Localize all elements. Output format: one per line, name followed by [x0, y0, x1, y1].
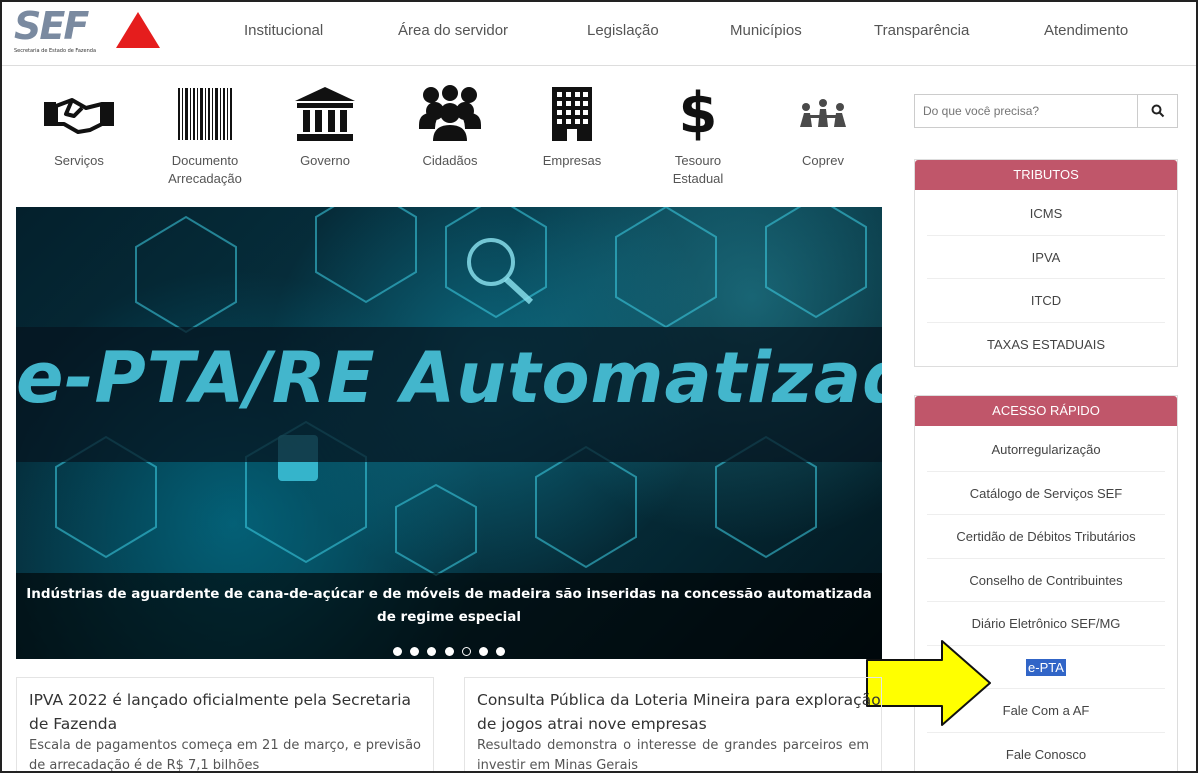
- e-pta-selected-text: e-PTA: [1026, 658, 1066, 676]
- tributos-item-ipva[interactable]: IPVA: [927, 236, 1165, 279]
- banner-caption-text: Indústrias de aguardente de cana-de-açúc…: [26, 586, 872, 625]
- banner-title: e-PTA/RE Automatizado: [16, 337, 882, 419]
- nav-transparencia[interactable]: Transparência: [874, 22, 969, 39]
- tributos-panel: TRIBUTOS ICMS IPVA ITCD TAXAS ESTADUAIS: [914, 159, 1178, 367]
- quick-link-tesouro-estadual[interactable]: $ Tesouro Estadual: [643, 82, 753, 188]
- news-summary: Escala de pagamentos começa em 21 de mar…: [29, 738, 421, 773]
- quick-link-cidadaos[interactable]: Cidadãos: [395, 82, 505, 170]
- government-building-icon: [270, 82, 380, 146]
- tributos-header: TRIBUTOS: [915, 160, 1177, 190]
- carousel-dot-6[interactable]: [478, 647, 488, 656]
- quick-link-label: Serviços: [54, 153, 104, 168]
- acesso-item-catalogo-servicos[interactable]: Catálogo de Serviços SEF: [927, 472, 1165, 515]
- news-title[interactable]: Consulta Pública da Loteria Mineira para…: [477, 688, 881, 736]
- acesso-item-autorregularizacao[interactable]: Autorregularização: [927, 428, 1165, 472]
- tributos-item-taxas-estaduais[interactable]: TAXAS ESTADUAIS: [927, 323, 1165, 367]
- sef-logo[interactable]: SEF Secretaria de Estado de Fazenda: [14, 4, 162, 56]
- news-card[interactable]: IPVA 2022 é lançado oficialmente pela Se…: [16, 677, 434, 773]
- acesso-item-fale-conosco[interactable]: Fale Conosco: [927, 733, 1165, 772]
- dollar-icon: $: [678, 81, 718, 146]
- quick-link-label: Tesouro Estadual: [672, 153, 724, 186]
- logo-triangle-icon: [116, 12, 160, 48]
- nav-municipios[interactable]: Municípios: [730, 22, 802, 39]
- handshake-icon: [24, 82, 134, 146]
- logo-subtitle: Secretaria de Estado de Fazenda: [14, 48, 97, 54]
- quick-link-coprev[interactable]: Coprev: [768, 82, 878, 170]
- acesso-rapido-header: ACESSO RÁPIDO: [915, 396, 1177, 426]
- nav-area-do-servidor[interactable]: Área do servidor: [398, 22, 508, 39]
- carousel-dot-7[interactable]: [495, 647, 505, 656]
- news-title[interactable]: IPVA 2022 é lançado oficialmente pela Se…: [29, 688, 433, 736]
- barcode-icon: [150, 82, 260, 146]
- acesso-item-conselho-contribuintes[interactable]: Conselho de Contribuintes: [927, 559, 1165, 602]
- logo-text: SEF: [14, 4, 89, 48]
- people-group-icon: [395, 82, 505, 146]
- carousel-dot-5[interactable]: [461, 647, 471, 656]
- quick-link-label: Documento Arrecadação: [168, 153, 242, 186]
- people-network-icon: [768, 82, 878, 146]
- search-input[interactable]: [915, 95, 1137, 127]
- tributos-item-icms[interactable]: ICMS: [927, 192, 1165, 236]
- search-icon: [1151, 104, 1164, 118]
- carousel-dot-1[interactable]: [393, 647, 403, 656]
- acesso-item-certidao-debitos[interactable]: Certidão de Débitos Tributários: [927, 515, 1165, 559]
- quick-link-documento-arrecadacao[interactable]: Documento Arrecadação: [150, 82, 260, 188]
- pointer-arrow-icon: [866, 640, 991, 726]
- search-box: [914, 94, 1178, 128]
- top-navbar: SEF Secretaria de Estado de Fazenda Inst…: [2, 2, 1196, 66]
- quick-link-governo[interactable]: Governo: [270, 82, 380, 170]
- carousel-dot-3[interactable]: [427, 647, 437, 656]
- nav-atendimento[interactable]: Atendimento: [1044, 22, 1128, 39]
- quick-link-label: Governo: [300, 153, 350, 168]
- tributos-item-itcd[interactable]: ITCD: [927, 279, 1165, 323]
- browser-frame: SEF Secretaria de Estado de Fazenda Inst…: [0, 0, 1198, 773]
- nav-legislacao[interactable]: Legislação: [587, 22, 659, 39]
- office-building-icon: [517, 82, 627, 146]
- quick-link-empresas[interactable]: Empresas: [517, 82, 627, 170]
- carousel-indicators: [16, 641, 882, 659]
- quick-link-label: Coprev: [802, 153, 844, 168]
- news-summary: Resultado demonstra o interesse de grand…: [477, 738, 869, 773]
- nav-institucional[interactable]: Institucional: [244, 22, 323, 39]
- search-button[interactable]: [1137, 95, 1177, 127]
- carousel-dot-4[interactable]: [444, 647, 454, 656]
- quick-link-label: Cidadãos: [422, 153, 478, 168]
- carousel-dot-2[interactable]: [410, 647, 420, 656]
- quick-link-label: Empresas: [542, 153, 602, 168]
- news-card[interactable]: Consulta Pública da Loteria Mineira para…: [464, 677, 882, 773]
- banner-carousel[interactable]: e-PTA/RE Automatizado Indústrias de agua…: [16, 207, 882, 659]
- quick-link-servicos[interactable]: Serviços: [24, 82, 134, 170]
